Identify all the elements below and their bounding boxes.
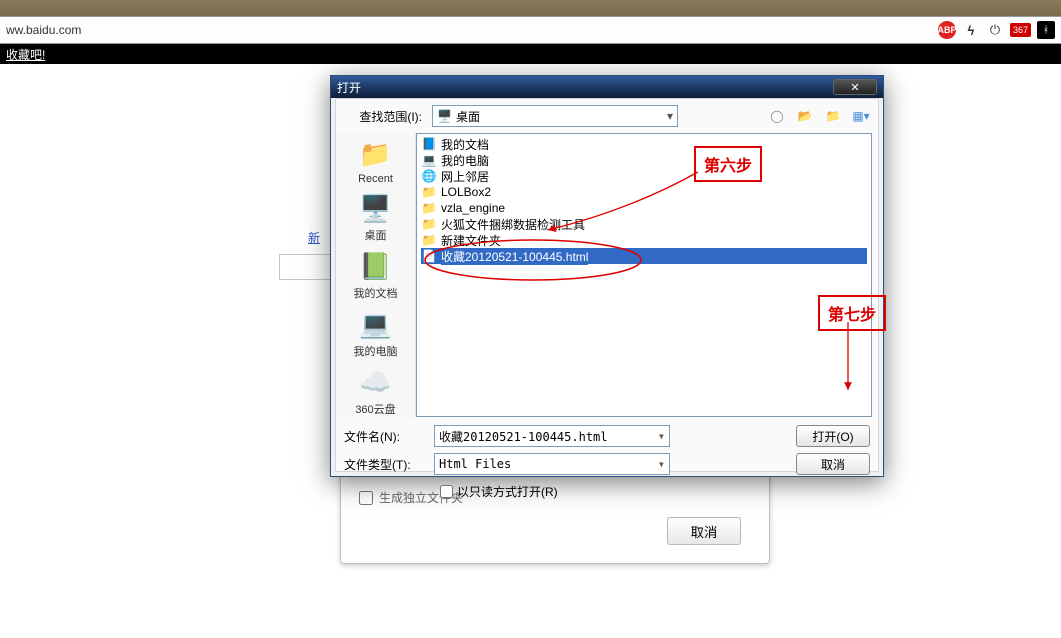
file-list[interactable]: 📘我的文档 💻我的电脑 🌐网上邻居 📁LOLBox2 📁vzla_engine … [416, 133, 872, 417]
filename-input[interactable]: 收藏20120521-100445.html ▾ [434, 425, 670, 447]
place-mycomputer[interactable]: 💻 我的电脑 [354, 307, 398, 359]
places-bar: 📁 Recent 🖥️ 桌面 📗 我的文档 💻 我的电脑 ☁️ 36 [336, 133, 416, 417]
page-link[interactable]: 新 [308, 229, 320, 246]
lookin-combo[interactable]: 🖥️ 桌面 ▾ [432, 105, 678, 127]
chevron-down-icon[interactable]: ▾ [658, 457, 665, 471]
filetype-label: 文件类型(T): [344, 456, 422, 473]
place-label: 360云盘 [355, 401, 395, 417]
dev-badge-icon[interactable]: 367 [1010, 23, 1031, 37]
place-label: 桌面 [365, 227, 387, 243]
filetype-combo[interactable]: Html Files ▾ [434, 453, 670, 475]
bluetooth-icon[interactable]: ᚼ [1037, 21, 1055, 39]
addr-icon-group: ABP ϟ ⏻ 367 ᚼ [938, 21, 1055, 39]
place-label: Recent [358, 173, 393, 185]
place-mydocs[interactable]: 📗 我的文档 [354, 249, 398, 301]
annotation-step6: 第六步 [694, 146, 762, 182]
power-icon[interactable]: ⏻ [986, 21, 1004, 39]
folder-icon: 📁 [357, 137, 395, 171]
address-bar[interactable]: ww.baidu.com ABP ϟ ⏻ 367 ᚼ [0, 16, 1061, 44]
url-text: ww.baidu.com [6, 23, 81, 37]
open-button[interactable]: 打开(O) [796, 425, 870, 447]
place-cloud[interactable]: ☁️ 360云盘 [355, 365, 395, 417]
view-menu-icon[interactable]: ▦▾ [852, 107, 870, 125]
annotation-step7: 第七步 [818, 295, 886, 331]
cloud-icon: ☁️ [356, 365, 394, 399]
filetype-value: Html Files [439, 457, 511, 471]
back-icon[interactable]: ◯ [768, 107, 786, 125]
abp-icon[interactable]: ABP [938, 21, 956, 39]
filename-value: 收藏20120521-100445.html [439, 428, 608, 445]
documents-icon: 📗 [357, 249, 395, 283]
new-folder-icon[interactable]: 📁 [824, 107, 842, 125]
lookin-value: 桌面 [456, 108, 480, 125]
readonly-label: 以只读方式打开(R) [457, 483, 558, 500]
computer-icon: 💻 [357, 307, 395, 341]
filename-label: 文件名(N): [344, 428, 422, 445]
open-file-dialog: 打开 ✕ 查找范围(I): 🖥️ 桌面 ▾ ◯ 📂 📁 ▦▾ 📁 Recent [330, 75, 884, 477]
up-icon[interactable]: 📂 [796, 107, 814, 125]
bookmark-bar: 收藏吧! [0, 44, 1061, 64]
readonly-checkbox[interactable] [440, 485, 453, 498]
lookin-label: 查找范围(I): [344, 108, 422, 125]
dialog-title: 打开 [337, 79, 361, 96]
place-label: 我的文档 [354, 285, 398, 301]
bg-cancel-button[interactable]: 取消 [667, 517, 741, 545]
cancel-button[interactable]: 取消 [796, 453, 870, 475]
close-icon[interactable]: ✕ [833, 79, 877, 95]
place-desktop[interactable]: 🖥️ 桌面 [357, 191, 395, 243]
place-recent[interactable]: 📁 Recent [357, 137, 395, 185]
dialog-titlebar[interactable]: 打开 ✕ [331, 76, 883, 98]
place-label: 我的电脑 [354, 343, 398, 359]
desktop-icon: 🖥️ [437, 109, 452, 123]
bookmark-link[interactable]: 收藏吧! [6, 46, 45, 63]
desktop-icon: 🖥️ [357, 191, 395, 225]
chevron-down-icon[interactable]: ▾ [658, 429, 665, 443]
chevron-down-icon[interactable]: ▾ [667, 109, 673, 123]
selection-ellipse-annotation [417, 134, 871, 416]
flash-icon[interactable]: ϟ [962, 21, 980, 39]
